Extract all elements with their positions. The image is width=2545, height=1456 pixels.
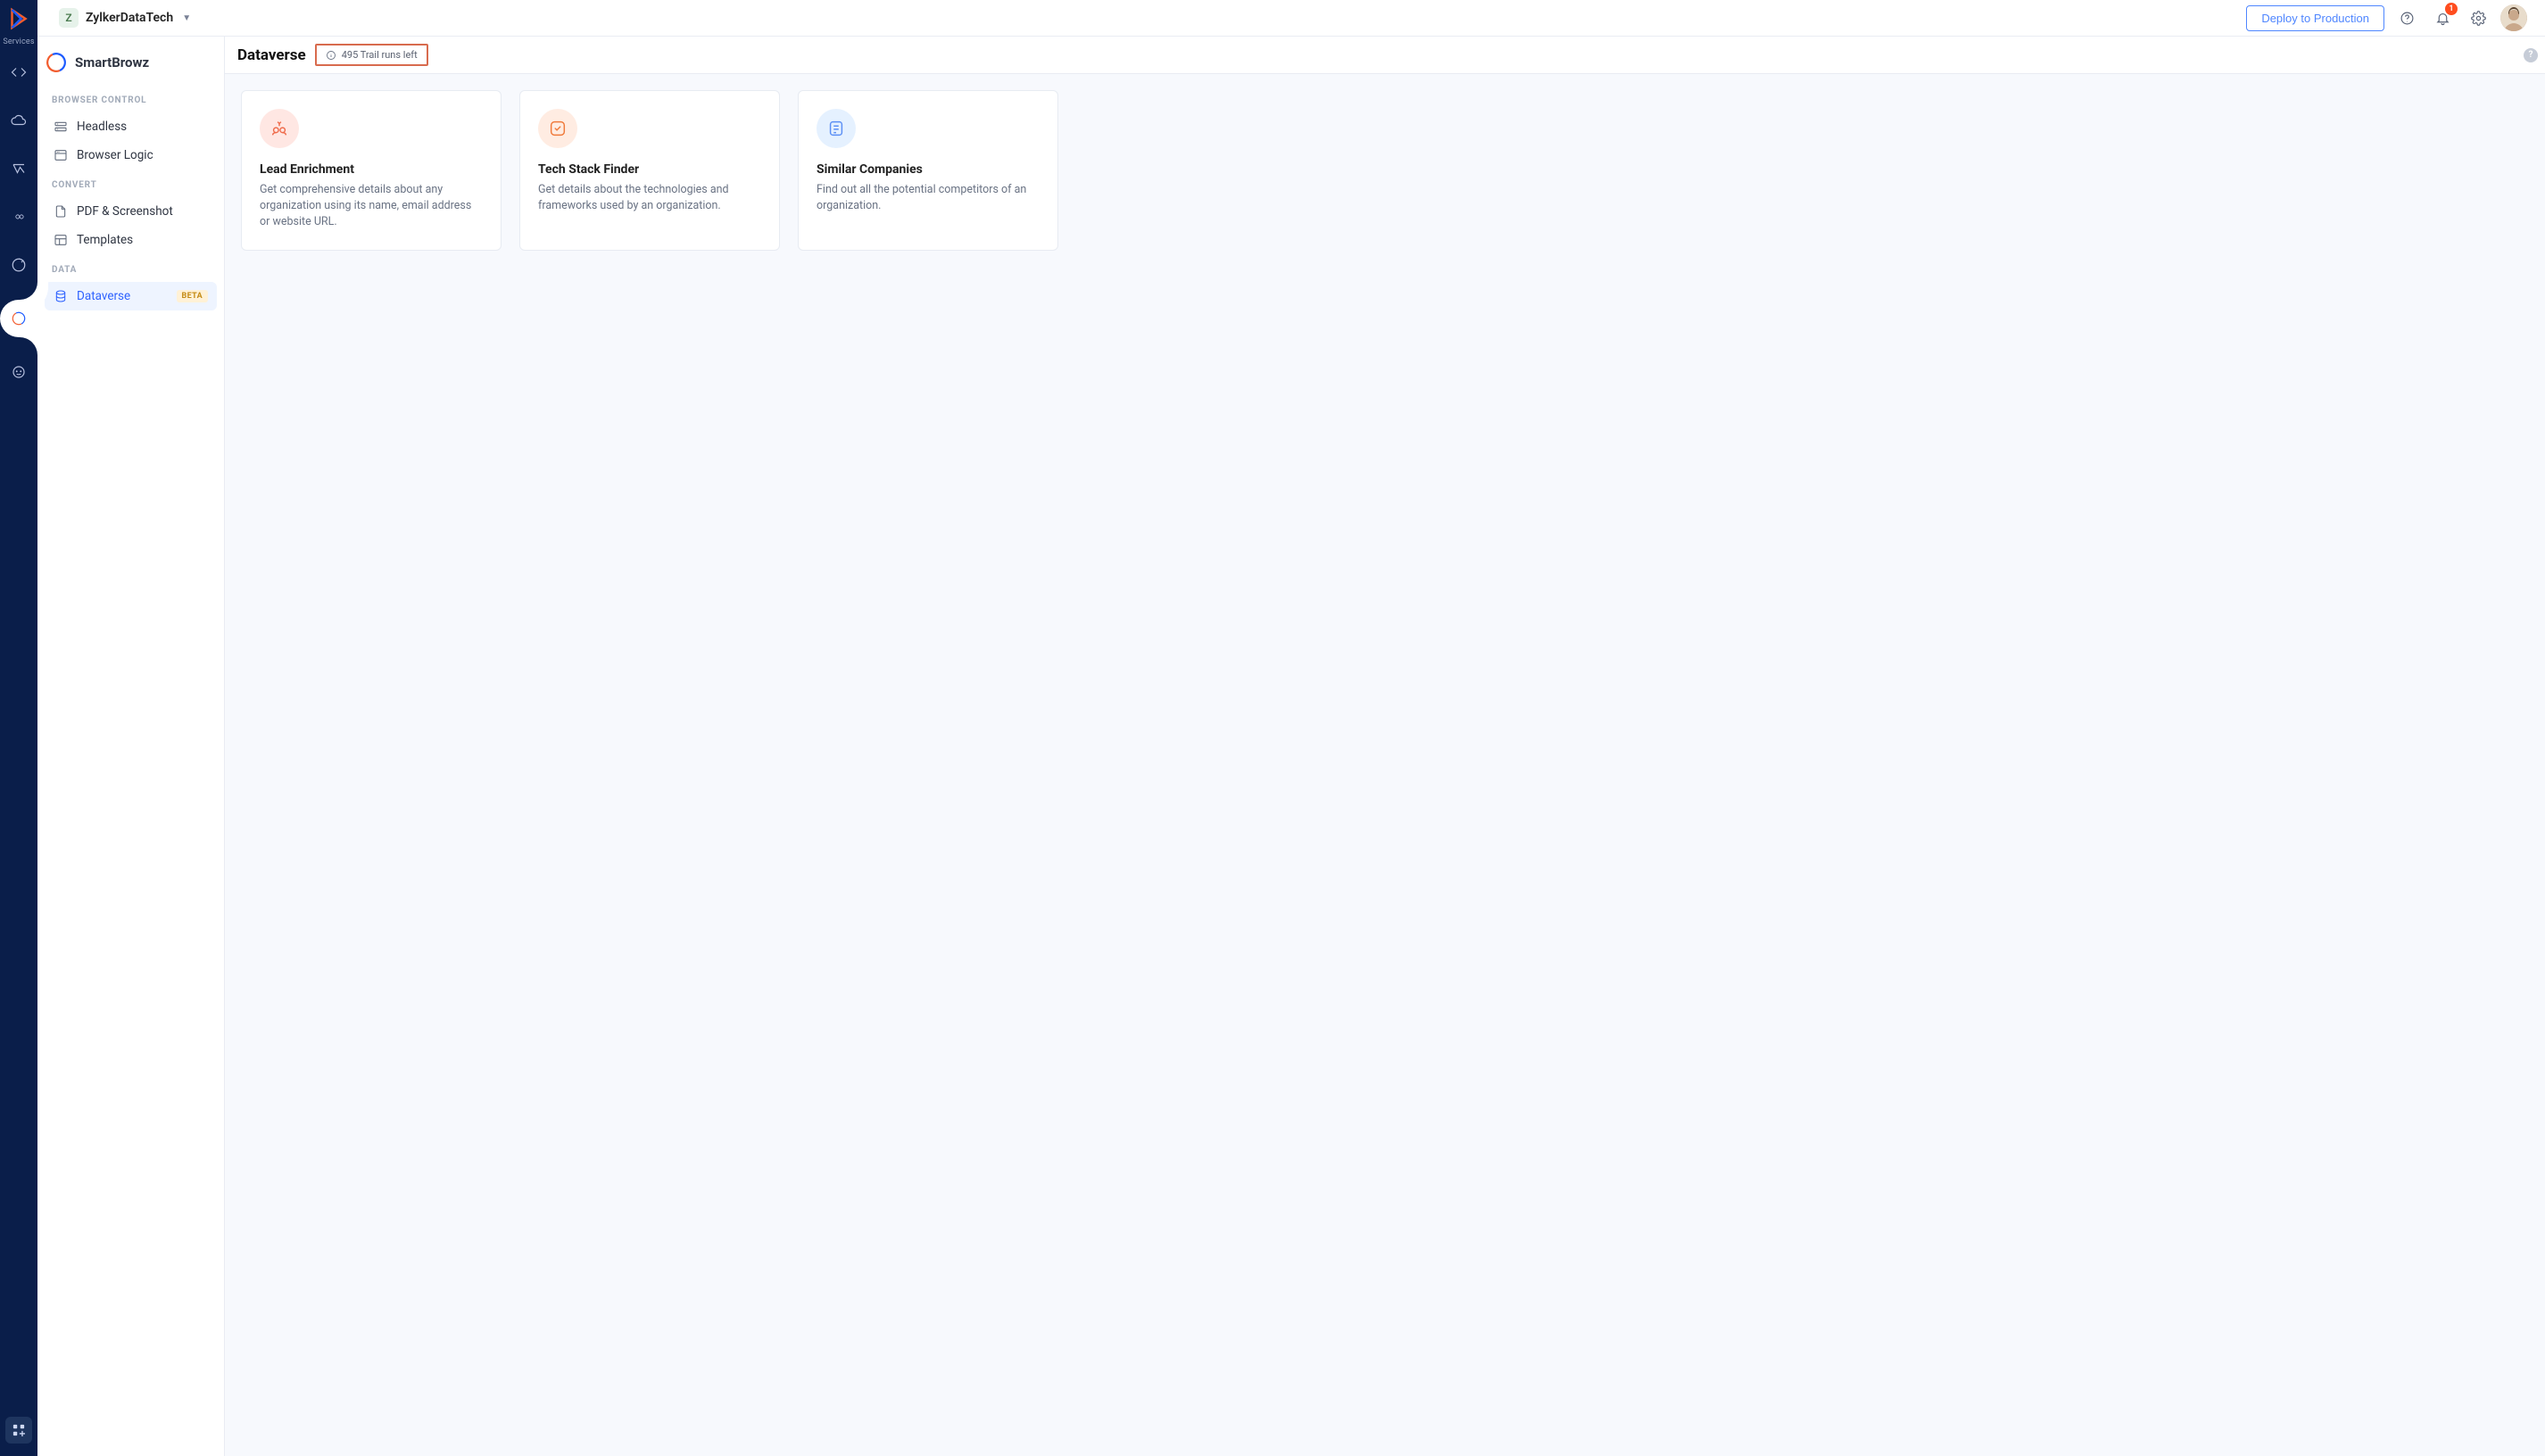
- product-name: SmartBrowz: [75, 54, 149, 70]
- workspace-switcher[interactable]: Z ZylkerDataTech ▼: [59, 8, 191, 28]
- file-icon: [54, 204, 68, 219]
- notifications-icon[interactable]: 1: [2429, 4, 2456, 31]
- rail-item-radar[interactable]: [5, 252, 32, 278]
- server-icon: [54, 120, 68, 134]
- database-icon: [54, 289, 68, 303]
- icon-rail: Services: [0, 0, 37, 1456]
- top-header: Z ZylkerDataTech ▼ Deploy to Production …: [37, 0, 2545, 37]
- section-convert: CONVERT: [45, 170, 217, 197]
- card-desc: Find out all the potential competitors o…: [817, 182, 1040, 214]
- chevron-down-icon: ▼: [182, 13, 191, 23]
- rail-item-cloud[interactable]: [5, 107, 32, 134]
- card-desc: Get comprehensive details about any orga…: [260, 182, 483, 230]
- nav-pdf-screenshot[interactable]: PDF & Screenshot: [45, 197, 217, 226]
- card-title: Lead Enrichment: [260, 162, 483, 177]
- rail-item-zia[interactable]: [5, 155, 32, 182]
- rail-apps-button[interactable]: [5, 1417, 32, 1444]
- rail-item-smartbrowz-active[interactable]: [0, 300, 37, 337]
- canvas: Lead Enrichment Get comprehensive detail…: [225, 74, 2545, 1456]
- card-title: Similar Companies: [817, 162, 1040, 177]
- page-bar: Dataverse 495 Trail runs left ?: [225, 37, 2545, 74]
- nav-label: PDF & Screenshot: [77, 204, 173, 219]
- info-icon: [326, 50, 336, 61]
- window-icon: [54, 148, 68, 162]
- settings-icon[interactable]: [2465, 4, 2491, 31]
- nav-dataverse[interactable]: Dataverse BETA: [45, 282, 217, 310]
- card-lead-enrichment[interactable]: Lead Enrichment Get comprehensive detail…: [241, 90, 502, 251]
- notification-badge: 1: [2445, 3, 2458, 15]
- nav-label: Browser Logic: [77, 148, 153, 162]
- card-desc: Get details about the technologies and f…: [538, 182, 761, 214]
- nav-templates[interactable]: Templates: [45, 226, 217, 254]
- user-avatar[interactable]: [2500, 4, 2527, 31]
- trail-pill-text: 495 Trail runs left: [342, 49, 418, 61]
- card-tech-stack-finder[interactable]: Tech Stack Finder Get details about the …: [519, 90, 780, 251]
- help-icon[interactable]: [2393, 4, 2420, 31]
- similar-companies-icon: [817, 109, 856, 148]
- smartbrowz-logo-icon: [45, 51, 68, 74]
- nav-browser-logic[interactable]: Browser Logic: [45, 141, 217, 170]
- card-title: Tech Stack Finder: [538, 162, 761, 177]
- rail-item-infinity[interactable]: [5, 203, 32, 230]
- rail-item-code[interactable]: [5, 59, 32, 86]
- sidebar: SmartBrowz BROWSER CONTROL Headless Brow…: [37, 37, 225, 1456]
- section-data: DATA: [45, 254, 217, 282]
- nav-label: Templates: [77, 233, 133, 247]
- nav-label: Dataverse: [77, 289, 130, 303]
- workspace-name: ZylkerDataTech: [86, 11, 173, 25]
- page-help-bubble[interactable]: ?: [2524, 48, 2538, 62]
- beta-badge: BETA: [177, 290, 209, 302]
- rail-services-label: Services: [3, 37, 34, 46]
- deploy-to-production-button[interactable]: Deploy to Production: [2246, 5, 2384, 31]
- product-brand: SmartBrowz: [45, 49, 217, 85]
- rail-item-face[interactable]: [5, 359, 32, 385]
- catalyst-logo-icon: [5, 5, 32, 32]
- tech-stack-icon: [538, 109, 577, 148]
- section-browser-control: BROWSER CONTROL: [45, 85, 217, 112]
- workspace-avatar: Z: [59, 8, 79, 28]
- card-similar-companies[interactable]: Similar Companies Find out all the poten…: [798, 90, 1058, 251]
- nav-label: Headless: [77, 120, 127, 134]
- layout-icon: [54, 233, 68, 247]
- card-grid: Lead Enrichment Get comprehensive detail…: [241, 90, 2529, 251]
- lead-enrichment-icon: [260, 109, 299, 148]
- trail-runs-pill[interactable]: 495 Trail runs left: [315, 44, 428, 66]
- page-title: Dataverse: [237, 46, 306, 64]
- nav-headless[interactable]: Headless: [45, 112, 217, 141]
